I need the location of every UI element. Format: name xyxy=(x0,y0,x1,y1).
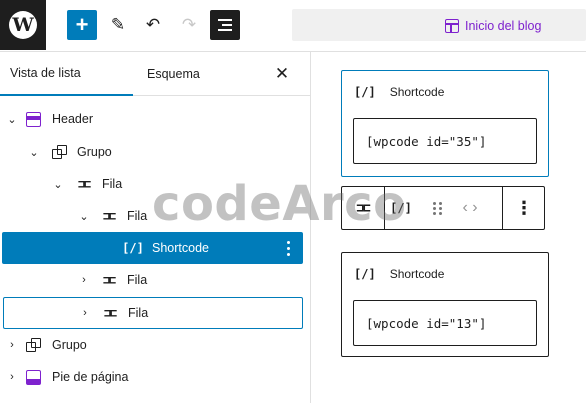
row-icon: ⊐⊏ xyxy=(77,177,91,191)
move-arrows-icon: ‹ › xyxy=(462,199,478,216)
list-item-row[interactable]: › ⊐⊏ Fila xyxy=(0,264,311,296)
add-block-button[interactable]: + xyxy=(67,10,97,40)
shortcode-block[interactable]: [/] Shortcode [wpcode id="13"] xyxy=(341,252,549,357)
shortcode-icon: [/] xyxy=(354,85,376,99)
group-icon xyxy=(50,143,68,161)
list-item-group[interactable]: ⌄ Grupo xyxy=(0,136,311,168)
chevron-right-icon[interactable]: › xyxy=(77,273,91,287)
list-item-row[interactable]: ⌄ ⊐⊏ Fila xyxy=(0,168,311,200)
tools-button[interactable]: ✎ xyxy=(103,10,133,40)
shortcode-block[interactable]: [/] Shortcode [wpcode id="35"] xyxy=(341,70,549,177)
shortcode-block-header: [/] Shortcode xyxy=(354,85,444,99)
chevron-right-icon[interactable]: › xyxy=(78,306,92,320)
tab-list-view[interactable]: Vista de lista xyxy=(0,52,133,96)
shortcode-block-header: [/] Shortcode xyxy=(354,267,444,281)
list-item-group[interactable]: › Grupo xyxy=(0,329,311,361)
row-icon: ⊐⊏ xyxy=(356,200,371,216)
shortcode-icon: [/] xyxy=(354,267,376,281)
block-toolbar: ⊐⊏ [/] ‹ › ⋮ xyxy=(341,186,545,230)
undo-button[interactable]: ↶ xyxy=(138,10,168,40)
document-title-label: Inicio del blog xyxy=(465,19,542,33)
block-type-button[interactable]: [/] xyxy=(385,187,417,229)
editor-canvas: [/] Shortcode [wpcode id="35"] ⊐⊏ [/] ‹ … xyxy=(312,52,586,403)
list-item-header[interactable]: ⌄ Header xyxy=(0,103,311,135)
sidebar-tabs: Vista de lista Esquema ✕ xyxy=(0,52,310,96)
wordpress-logo-icon: W xyxy=(9,11,37,39)
list-item-label: Fila xyxy=(102,177,123,191)
chevron-down-icon[interactable]: ⌄ xyxy=(27,145,41,159)
editor-toolbar: W + ✎ ↶ ↷ Inicio del blog xyxy=(0,0,586,52)
list-item-label: Fila xyxy=(128,306,149,320)
row-icon: ⊐⊏ xyxy=(103,306,117,320)
template-icon xyxy=(445,19,459,33)
list-item-label: Fila xyxy=(127,273,148,287)
chevron-down-icon[interactable]: ⌄ xyxy=(5,112,19,126)
template-part-header-icon xyxy=(24,110,42,128)
shortcode-block-title: Shortcode xyxy=(389,267,445,281)
document-overview-button[interactable] xyxy=(210,10,240,40)
plus-icon: + xyxy=(75,12,89,37)
shortcode-icon: [/] xyxy=(122,241,144,255)
drag-handle-icon xyxy=(432,201,442,215)
list-item-label: Pie de página xyxy=(52,370,129,384)
list-item-label: Grupo xyxy=(52,338,87,352)
chevron-down-icon[interactable]: ⌄ xyxy=(77,209,91,223)
redo-button[interactable]: ↷ xyxy=(174,10,204,40)
block-options-button[interactable]: ⋮ xyxy=(503,187,545,229)
template-part-footer-icon xyxy=(24,368,42,386)
document-bar[interactable] xyxy=(292,9,586,41)
list-item-label: Shortcode xyxy=(152,241,209,255)
close-sidebar-button[interactable]: ✕ xyxy=(272,64,292,84)
redo-icon: ↷ xyxy=(181,15,197,34)
shortcode-icon: [/] xyxy=(390,201,412,215)
document-title[interactable]: Inicio del blog xyxy=(445,17,541,35)
list-item-footer[interactable]: › Pie de página xyxy=(0,361,311,393)
list-view-sidebar: Vista de lista Esquema ✕ ⌄ Header ⌄ Grup… xyxy=(0,52,311,403)
list-item-row[interactable]: › ⊐⊏ Fila xyxy=(3,297,303,329)
tab-outline[interactable]: Esquema xyxy=(147,52,200,96)
list-view-icon xyxy=(218,19,232,31)
close-icon: ✕ xyxy=(274,64,290,83)
select-parent-row-button[interactable]: ⊐⊏ xyxy=(342,187,384,229)
list-item-label: Fila xyxy=(127,209,148,223)
list-item-label: Grupo xyxy=(77,145,112,159)
block-options-icon[interactable] xyxy=(283,238,293,258)
drag-handle[interactable] xyxy=(430,187,444,229)
undo-icon: ↶ xyxy=(145,15,161,34)
list-item-shortcode[interactable]: [/] Shortcode xyxy=(2,232,303,264)
chevron-down-icon[interactable]: ⌄ xyxy=(51,177,65,191)
group-icon xyxy=(24,336,42,354)
shortcode-block-title: Shortcode xyxy=(389,85,445,99)
tab-outline-label: Esquema xyxy=(147,67,200,81)
editor-window: W + ✎ ↶ ↷ Inicio del blog Vista de lista xyxy=(0,0,586,403)
more-vertical-icon: ⋮ xyxy=(515,197,533,218)
shortcode-input[interactable]: [wpcode id="13"] xyxy=(353,300,537,346)
list-item-label: Header xyxy=(52,112,93,126)
row-icon: ⊐⊏ xyxy=(102,209,116,223)
pencil-icon: ✎ xyxy=(110,15,126,34)
wordpress-logo-button[interactable]: W xyxy=(0,0,46,50)
move-buttons[interactable]: ‹ › xyxy=(450,187,490,229)
list-item-row[interactable]: ⌄ ⊐⊏ Fila xyxy=(0,200,311,232)
tab-list-view-label: Vista de lista xyxy=(10,66,81,80)
row-icon: ⊐⊏ xyxy=(102,273,116,287)
chevron-right-icon[interactable]: › xyxy=(5,338,19,352)
shortcode-input[interactable]: [wpcode id="35"] xyxy=(353,118,537,164)
chevron-right-icon[interactable]: › xyxy=(5,370,19,384)
